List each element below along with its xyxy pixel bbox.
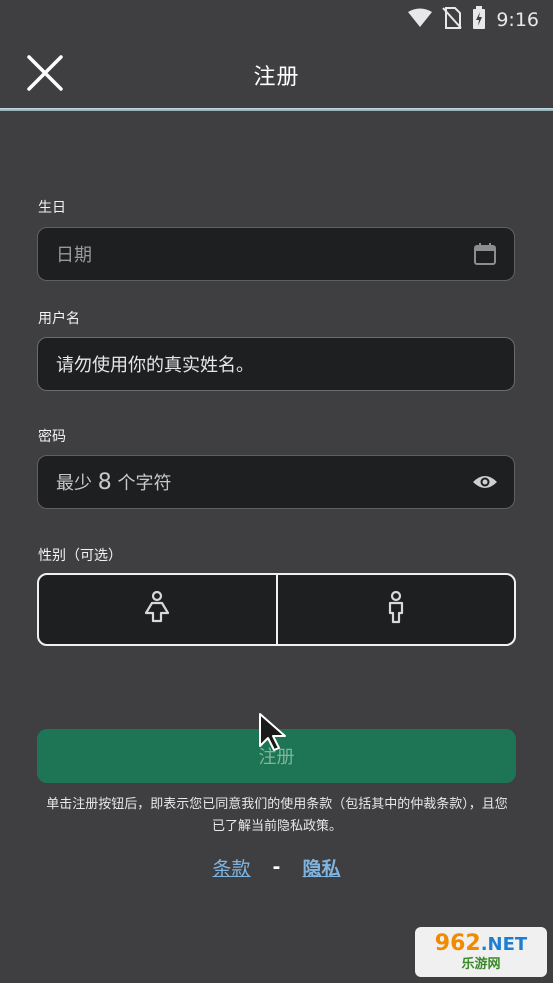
password-placeholder: 最少 8 个字符 <box>56 469 472 495</box>
status-bar: 9:16 <box>0 0 553 40</box>
close-button[interactable] <box>24 54 66 96</box>
password-placeholder-number: 8 <box>97 470 112 495</box>
password-field[interactable]: 最少 8 个字符 <box>37 455 515 509</box>
birthday-field[interactable]: 日期 <box>37 227 515 281</box>
watermark-logo: 962.NET 乐游网 <box>415 927 547 977</box>
links-separator: - <box>272 856 281 878</box>
male-icon <box>385 590 407 629</box>
wifi-icon <box>408 8 433 32</box>
watermark-suffix: .NET <box>480 933 528 955</box>
username-label: 用户名 <box>38 311 80 327</box>
page-title: 注册 <box>253 65 300 90</box>
gender-selector <box>37 573 516 646</box>
birthday-label: 生日 <box>38 200 66 216</box>
birthday-placeholder: 日期 <box>56 245 92 266</box>
password-label: 密码 <box>38 429 66 445</box>
legal-links: 条款 - 隐私 <box>0 852 553 882</box>
username-field[interactable]: 请勿使用你的真实姓名。 <box>37 337 515 391</box>
privacy-link[interactable]: 隐私 <box>302 854 340 881</box>
no-sim-icon <box>442 7 463 33</box>
app-bar: 注册 <box>0 40 553 110</box>
gender-label: 性别（可选） <box>38 548 122 564</box>
signup-screen: 9:16 注册 生日 日期 用户名 请勿使用你的真实姓名。 密码 最少 8 个字… <box>0 0 553 983</box>
calendar-icon[interactable] <box>472 241 498 267</box>
terms-link[interactable]: 条款 <box>213 854 251 881</box>
password-placeholder-suffix: 个字符 <box>117 473 172 494</box>
female-icon <box>144 590 170 629</box>
watermark-bottom: 乐游网 <box>461 956 501 972</box>
app-bar-divider <box>0 108 553 111</box>
battery-charging-icon <box>472 6 486 34</box>
password-placeholder-prefix: 最少 <box>56 473 92 494</box>
username-value: 请勿使用你的真实姓名。 <box>56 355 254 376</box>
status-time: 9:16 <box>496 9 539 31</box>
watermark-top: 962.NET <box>434 930 528 957</box>
gender-option-female[interactable] <box>39 575 276 644</box>
status-icons: 9:16 <box>408 6 539 34</box>
mouse-cursor-icon <box>258 712 288 756</box>
close-icon <box>26 54 64 96</box>
gender-option-male[interactable] <box>275 575 515 644</box>
eye-icon[interactable] <box>472 469 498 495</box>
terms-disclaimer: 单击注册按钮后，即表示您已同意我们的使用条款（包括其中的仲裁条款），且您已了解当… <box>46 797 508 834</box>
watermark-number: 962 <box>434 930 481 956</box>
